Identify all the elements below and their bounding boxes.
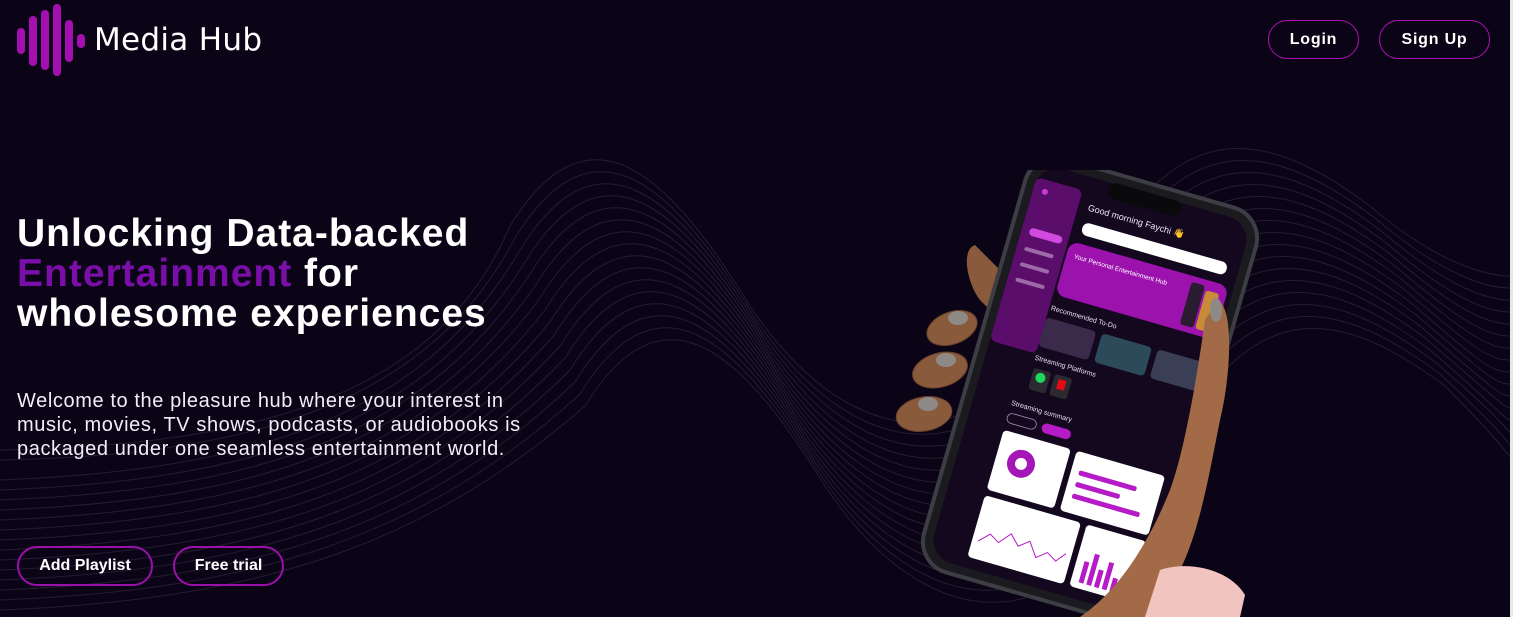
hero-description: Welcome to the pleasure hub where your i…: [17, 390, 521, 460]
brand-logo[interactable]: Media Hub: [16, 4, 262, 76]
hero-title-after-accent: for: [292, 252, 360, 295]
login-button[interactable]: Login: [1268, 20, 1359, 59]
hero-title-line1: Unlocking Data-backed: [17, 212, 470, 255]
phone-mockup-image: Good morning Faychi 👋 Your Personal Ente…: [895, 170, 1260, 617]
watch-band: [1145, 566, 1245, 617]
sound-wave-logo-icon: [17, 4, 85, 76]
finger-2: [912, 351, 968, 389]
brand-name: Media Hub: [94, 22, 263, 58]
add-playlist-button[interactable]: Add Playlist: [17, 546, 153, 586]
hero-title-line3: wholesome experiences: [17, 292, 487, 335]
free-trial-button[interactable]: Free trial: [173, 546, 284, 586]
hero-title-accent: Entertainment: [17, 252, 293, 295]
signup-button[interactable]: Sign Up: [1379, 20, 1490, 59]
finger-1: [926, 310, 978, 346]
hero-title: Unlocking Data-backed Entertainment for …: [17, 214, 557, 334]
